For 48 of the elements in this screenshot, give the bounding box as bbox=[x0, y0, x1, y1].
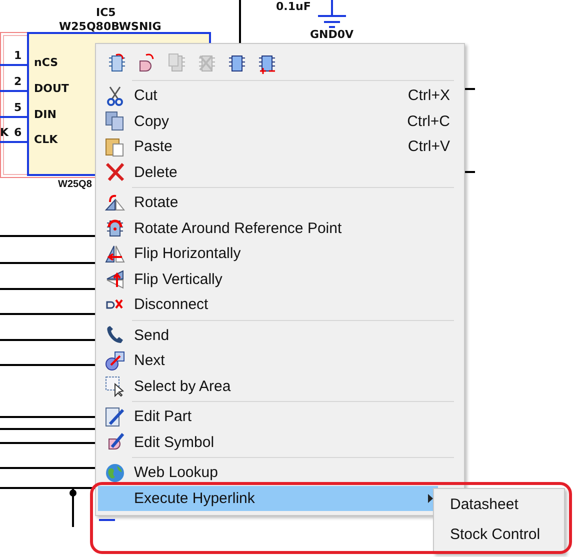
menu-item[interactable]: Paste Ctrl+V bbox=[98, 134, 464, 160]
menu-item[interactable]: Execute Hyperlink bbox=[98, 486, 438, 511]
menu-item[interactable]: Web Lookup bbox=[98, 460, 464, 486]
menu-item[interactable]: Disconnect bbox=[98, 292, 464, 318]
component-ref: IC5 bbox=[96, 6, 116, 19]
pin-number: 1 bbox=[14, 49, 22, 62]
menu-item[interactable]: Edit Part bbox=[98, 404, 464, 430]
copy-icon bbox=[104, 110, 126, 132]
pin-number: 5 bbox=[14, 101, 22, 114]
pin-number: 6 bbox=[14, 126, 22, 139]
menu-item[interactable]: Select by Area bbox=[98, 374, 464, 399]
select-area-icon bbox=[104, 375, 126, 398]
part-number: W25Q80BWSNIG bbox=[59, 20, 162, 33]
pin-name: CLK bbox=[34, 133, 58, 146]
menu-item[interactable]: Next bbox=[98, 348, 464, 374]
menu-item[interactable]: Rotate bbox=[98, 190, 464, 216]
menu-item[interactable]: Cut Ctrl+X bbox=[98, 83, 464, 108]
globe-icon bbox=[104, 462, 126, 484]
pin-name: DOUT bbox=[34, 82, 69, 95]
toolbar-button[interactable] bbox=[106, 52, 128, 74]
pin-line bbox=[0, 116, 28, 118]
paste-icon bbox=[104, 136, 126, 158]
net-label: K bbox=[0, 126, 9, 139]
rotate-chip-icon bbox=[104, 217, 126, 240]
menu-item[interactable]: Send bbox=[98, 322, 464, 348]
pin-number: 2 bbox=[14, 75, 22, 88]
pin-line bbox=[0, 90, 28, 92]
menu-item[interactable]: Rotate Around Reference Point bbox=[98, 216, 464, 241]
menu-item[interactable]: Flip Horizontally bbox=[98, 241, 464, 266]
menu-item[interactable]: Stock Control bbox=[434, 521, 564, 551]
capacitor-value: 0.1uF bbox=[276, 0, 311, 13]
swap-part-icon bbox=[106, 52, 128, 74]
next-icon bbox=[104, 350, 126, 372]
pin-name: DIN bbox=[34, 108, 56, 121]
ground-label: GND0V bbox=[310, 28, 354, 41]
delete-icon bbox=[104, 161, 126, 184]
menu-item[interactable]: Flip Vertically bbox=[98, 266, 464, 292]
part-number: W25Q8 bbox=[58, 178, 92, 191]
chips-icon bbox=[166, 52, 188, 74]
pin-line bbox=[0, 141, 28, 143]
scissors-icon bbox=[104, 84, 126, 107]
pin-line bbox=[0, 64, 28, 66]
pin-name: nCS bbox=[34, 56, 58, 69]
menu-item[interactable]: Delete bbox=[98, 160, 464, 185]
flip-vertical-icon bbox=[104, 268, 126, 290]
menu-item[interactable]: Copy Ctrl+C bbox=[98, 108, 464, 134]
edit-part-icon bbox=[104, 406, 126, 428]
menu-item[interactable]: Edit Symbol bbox=[98, 430, 464, 455]
